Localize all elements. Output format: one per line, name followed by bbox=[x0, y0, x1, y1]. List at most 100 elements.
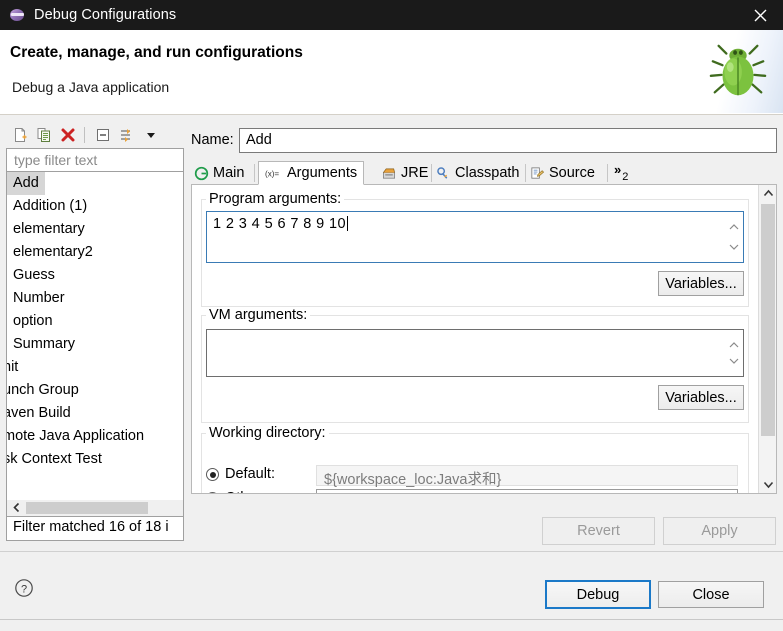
scroll-left-icon[interactable] bbox=[8, 500, 24, 515]
program-arguments-spin[interactable] bbox=[726, 213, 742, 261]
arguments-tab-panel: Program arguments: 1 2 3 4 5 6 7 8 9 10 … bbox=[191, 184, 777, 494]
filter-launch-configurations-icon[interactable] bbox=[116, 124, 138, 146]
tab-overflow-count: 2 bbox=[622, 171, 629, 183]
dialog-footer-buttons: Debug Close bbox=[0, 570, 783, 609]
green-bug-icon bbox=[709, 44, 767, 96]
filter-status: Filter matched 16 of 18 i bbox=[6, 517, 184, 541]
debug-configurations-dialog: Debug Configurations Create, manage, and… bbox=[0, 0, 783, 631]
window-title: Debug Configurations bbox=[34, 7, 177, 23]
new-launch-configuration-icon[interactable] bbox=[9, 124, 31, 146]
window-titlebar: Debug Configurations bbox=[0, 0, 783, 30]
configurations-list[interactable]: Add Addition (1) elementary elementary2 … bbox=[6, 172, 184, 500]
list-item[interactable]: mote Java Application bbox=[7, 425, 183, 448]
name-row: Name: Add bbox=[191, 128, 777, 154]
tab-source-label: Source bbox=[549, 165, 595, 181]
collapse-all-icon[interactable] bbox=[92, 124, 114, 146]
classpath-icon bbox=[437, 166, 448, 179]
program-arguments-input[interactable]: 1 2 3 4 5 6 7 8 9 10 bbox=[206, 211, 744, 263]
working-directory-other-input[interactable] bbox=[316, 489, 738, 493]
list-item[interactable]: Guess bbox=[7, 264, 183, 287]
filter-placeholder: type filter text bbox=[14, 152, 98, 168]
filter-input[interactable]: type filter text bbox=[6, 148, 184, 172]
list-item[interactable]: unch Group bbox=[7, 379, 183, 402]
program-arguments-value: 1 2 3 4 5 6 7 8 9 10 bbox=[213, 216, 348, 232]
list-item-label: Add bbox=[7, 172, 45, 195]
tab-main[interactable]: Main bbox=[194, 161, 244, 185]
scroll-up-icon[interactable] bbox=[759, 185, 776, 202]
name-label: Name: bbox=[191, 132, 234, 148]
working-directory-default-label: Default: bbox=[225, 466, 275, 482]
configuration-editor: Name: Add Main (x)= Arguments JRE Classp… bbox=[191, 128, 777, 516]
tab-classpath-label: Classpath bbox=[455, 165, 520, 181]
close-button[interactable]: Close bbox=[658, 581, 764, 608]
page-subtitle: Debug a Java application bbox=[12, 79, 170, 95]
working-directory-default-row[interactable]: Default: ${workspace_loc:Java求和} bbox=[206, 465, 741, 488]
tab-bar: Main (x)= Arguments JRE Classpath Source… bbox=[191, 161, 777, 185]
tab-overflow-button[interactable]: » 2 bbox=[611, 161, 629, 185]
debug-button[interactable]: Debug bbox=[545, 580, 651, 609]
tab-arguments[interactable]: (x)= Arguments bbox=[258, 161, 365, 185]
header-banner bbox=[693, 30, 783, 113]
panel-vertical-scrollbar[interactable] bbox=[758, 185, 776, 493]
name-input[interactable]: Add bbox=[239, 128, 777, 153]
vm-arguments-spin[interactable] bbox=[726, 331, 742, 375]
working-directory-label: Working directory: bbox=[206, 425, 329, 441]
program-arguments-variables-button[interactable]: Variables... bbox=[658, 271, 744, 296]
tab-source[interactable]: Source bbox=[529, 161, 595, 185]
apply-revert-bar: Revert Apply bbox=[191, 516, 777, 548]
working-directory-default-radio[interactable] bbox=[206, 468, 219, 481]
vm-arguments-variables-button[interactable]: Variables... bbox=[658, 385, 744, 410]
configurations-toolbar bbox=[6, 122, 186, 148]
tab-main-label: Main bbox=[213, 165, 245, 181]
list-item[interactable]: aven Build bbox=[7, 402, 183, 425]
delete-launch-configuration-icon[interactable] bbox=[57, 124, 79, 146]
working-directory-other-row[interactable]: Other: bbox=[206, 489, 741, 493]
jre-icon bbox=[383, 167, 395, 179]
list-item[interactable]: Addition (1) bbox=[7, 195, 183, 218]
list-item[interactable]: option bbox=[7, 310, 183, 333]
eclipse-debug-icon bbox=[10, 7, 26, 23]
main-green-circle-icon bbox=[194, 166, 209, 180]
dialog-header: Create, manage, and run configurations D… bbox=[0, 30, 783, 115]
window-bottom-edge bbox=[0, 619, 783, 620]
list-item[interactable]: elementary2 bbox=[7, 241, 183, 264]
footer-divider bbox=[0, 551, 783, 552]
list-horizontal-scrollbar[interactable] bbox=[6, 500, 184, 517]
apply-button[interactable]: Apply bbox=[663, 517, 776, 545]
working-directory-other-label: Other: bbox=[225, 490, 265, 493]
list-item[interactable]: Number bbox=[7, 287, 183, 310]
text-caret bbox=[346, 216, 348, 231]
close-icon[interactable] bbox=[737, 0, 783, 30]
program-arguments-label: Program arguments: bbox=[206, 191, 345, 207]
list-item[interactable]: nit bbox=[7, 356, 183, 379]
page-title: Create, manage, and run configurations bbox=[10, 44, 303, 61]
tab-classpath[interactable]: Classpath bbox=[435, 161, 519, 185]
list-item[interactable]: sk Context Test bbox=[7, 448, 183, 471]
vm-arguments-label: VM arguments: bbox=[206, 307, 311, 323]
svg-text:(x)=: (x)= bbox=[265, 170, 279, 179]
chevron-overflow-icon: » bbox=[614, 161, 622, 177]
filter-status-label: Filter matched 16 of 18 i bbox=[13, 519, 169, 535]
list-item[interactable]: Add bbox=[7, 172, 183, 195]
vertical-scroll-thumb[interactable] bbox=[761, 204, 775, 436]
tab-jre-label: JRE bbox=[401, 165, 429, 181]
duplicate-launch-configuration-icon[interactable] bbox=[33, 124, 55, 146]
configurations-panel: type filter text Add Addition (1) elemen… bbox=[6, 122, 186, 541]
tab-jre[interactable]: JRE bbox=[381, 161, 428, 185]
arguments-scroll-content: Program arguments: 1 2 3 4 5 6 7 8 9 10 … bbox=[192, 185, 759, 493]
vm-arguments-input[interactable] bbox=[206, 329, 744, 377]
tab-arguments-label: Arguments bbox=[287, 165, 358, 181]
working-directory-other-radio[interactable] bbox=[206, 492, 219, 493]
source-icon bbox=[531, 166, 545, 179]
view-menu-chevron-down-icon[interactable] bbox=[140, 124, 162, 146]
list-item[interactable]: elementary bbox=[7, 218, 183, 241]
toolbar-separator bbox=[84, 127, 85, 143]
working-directory-default-value: ${workspace_loc:Java求和} bbox=[324, 472, 502, 488]
working-directory-default-value-field: ${workspace_loc:Java求和} bbox=[316, 465, 738, 488]
horizontal-scroll-thumb[interactable] bbox=[26, 502, 148, 514]
arguments-variable-icon: (x)= bbox=[265, 170, 279, 179]
revert-button[interactable]: Revert bbox=[542, 517, 655, 545]
scroll-down-icon[interactable] bbox=[759, 476, 776, 493]
list-item[interactable]: Summary bbox=[7, 333, 183, 356]
name-input-value: Add bbox=[246, 132, 272, 148]
